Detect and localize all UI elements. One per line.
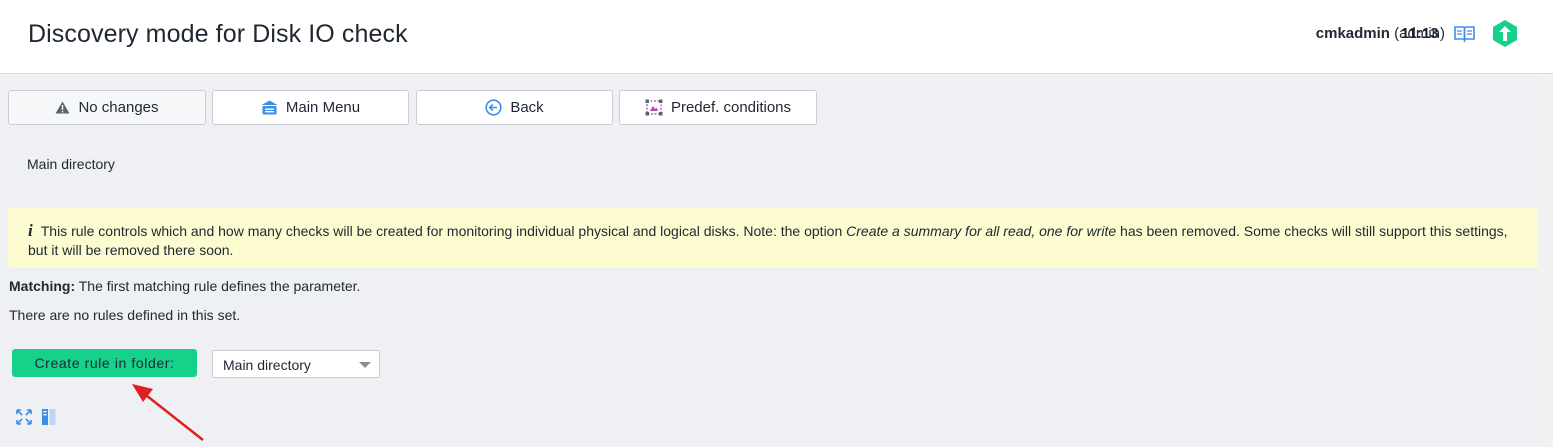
info-text-start: This rule controls which and how many ch… [40, 223, 847, 239]
no-changes-label: No changes [78, 99, 159, 116]
matching-label: Matching: [9, 278, 76, 294]
manual-book-icon[interactable] [1453, 24, 1476, 42]
main-menu-label: Main Menu [285, 99, 361, 116]
main-menu-button[interactable]: Main Menu [212, 90, 409, 125]
clock: 11:13 [1401, 25, 1439, 42]
no-rules-message: There are no rules defined in this set. [9, 307, 241, 323]
expand-icon[interactable] [15, 408, 33, 426]
username: cmkadmin [1315, 25, 1390, 42]
matching-info: Matching: The first matching rule define… [9, 278, 360, 294]
folder-select-value: Main directory [223, 357, 311, 373]
predef-conditions-button[interactable]: Predef. conditions [619, 90, 817, 125]
info-message: i This rule controls which and how many c… [8, 208, 1538, 268]
chevron-down-icon [359, 362, 371, 368]
page-title: Discovery mode for Disk IO check [28, 20, 408, 48]
breadcrumb[interactable]: Main directory [27, 156, 115, 172]
warning-icon [55, 101, 70, 114]
back-label: Back [510, 99, 544, 116]
info-icon: i [28, 221, 33, 240]
info-text-emphasis: Create a summary for all read, one for w… [846, 223, 1117, 239]
folder-select[interactable]: Main directory [212, 350, 380, 378]
create-rule-button[interactable]: Create rule in folder: [12, 349, 197, 377]
checkmk-logo-icon[interactable] [1492, 19, 1518, 48]
main-menu-icon [261, 100, 278, 115]
no-changes-button[interactable]: No changes [8, 90, 206, 125]
predef-conditions-label: Predef. conditions [670, 99, 792, 116]
scrollbar[interactable] [1538, 74, 1553, 447]
header-bar: Discovery mode for Disk IO check cmkadmi… [0, 0, 1553, 74]
predef-conditions-icon [645, 99, 663, 116]
matching-text: The first matching rule defines the para… [75, 278, 361, 294]
back-button[interactable]: Back [416, 90, 613, 125]
columns-icon[interactable] [40, 408, 58, 426]
back-icon [485, 99, 502, 116]
